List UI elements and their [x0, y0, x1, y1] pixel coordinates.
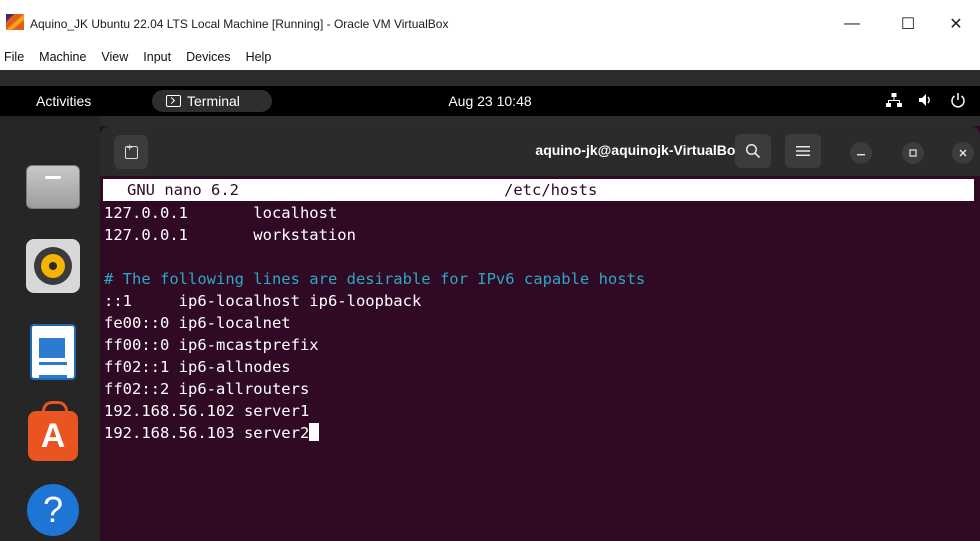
terminal-maximize-button[interactable]	[902, 142, 924, 164]
dock: A ?	[0, 116, 100, 541]
dock-ubuntu-software[interactable]: A	[24, 401, 82, 465]
file-line: ::1 ip6-localhost ip6-loopback	[104, 292, 422, 310]
minimize-icon	[857, 154, 865, 156]
rhythmbox-icon	[26, 239, 80, 293]
gnome-topbar: Activities Terminal Aug 23 10:48	[0, 86, 980, 116]
menu-file[interactable]: File	[4, 50, 24, 64]
search-icon	[745, 143, 761, 159]
system-menu[interactable]	[886, 92, 966, 108]
minimize-button[interactable]: —	[832, 9, 872, 39]
file-line-text: 192.168.56.103 server2	[104, 424, 310, 442]
terminal-minimize-button[interactable]	[850, 142, 872, 164]
files-icon	[26, 158, 80, 209]
close-icon	[959, 149, 967, 157]
network-icon	[886, 93, 902, 107]
power-icon	[951, 93, 965, 108]
volume-icon	[919, 94, 930, 106]
nano-header: GNU nano 6.2 /etc/hosts	[103, 179, 974, 201]
vbox-titlebar: Aquino_JK Ubuntu 22.04 LTS Local Machine…	[0, 0, 980, 44]
menu-help[interactable]: Help	[246, 50, 272, 64]
window-title: Aquino_JK Ubuntu 22.04 LTS Local Machine…	[30, 17, 449, 31]
help-icon: ?	[27, 484, 79, 536]
file-line-current: 192.168.56.103 server2	[104, 422, 320, 444]
menu-input[interactable]: Input	[143, 50, 171, 64]
file-line: 127.0.0.1 workstation	[104, 226, 356, 244]
dock-libreoffice-writer[interactable]	[24, 323, 82, 381]
terminal-close-button[interactable]	[952, 142, 974, 164]
hamburger-menu-icon	[796, 146, 810, 156]
dock-help[interactable]: ?	[24, 481, 82, 539]
menu-view[interactable]: View	[101, 50, 128, 64]
nano-filename: /etc/hosts	[504, 181, 598, 199]
menu-machine[interactable]: Machine	[39, 50, 86, 64]
maximize-button[interactable]: ☐	[888, 9, 928, 39]
menu-button[interactable]	[785, 134, 821, 168]
comment-line: # The following lines are desirable for …	[104, 270, 646, 288]
file-line: 192.168.56.102 server1	[104, 402, 310, 420]
file-line: 127.0.0.1 localhost	[104, 204, 338, 222]
libreoffice-writer-icon	[30, 324, 76, 380]
text-cursor	[309, 423, 320, 441]
terminal-title: aquino-jk@aquinojk-VirtualBox: ~	[535, 142, 760, 158]
terminal-content[interactable]: GNU nano 6.2 /etc/hosts 127.0.0.1 localh…	[100, 176, 980, 541]
nano-version: GNU nano 6.2	[127, 181, 239, 199]
file-line: ff02::2 ip6-allrouters	[104, 380, 310, 398]
menu-devices[interactable]: Devices	[186, 50, 230, 64]
clock[interactable]: Aug 23 10:48	[0, 93, 980, 109]
terminal-window: aquino-jk@aquinojk-VirtualBox: ~	[100, 126, 980, 541]
file-line: ff02::1 ip6-allnodes	[104, 358, 291, 376]
close-button[interactable]: ✕	[936, 9, 976, 39]
virtualbox-logo-icon	[6, 14, 24, 30]
ubuntu-software-icon: A	[28, 401, 78, 461]
restore-icon	[909, 149, 917, 157]
search-button[interactable]	[735, 134, 771, 168]
file-line: ff00::0 ip6-mcastprefix	[104, 336, 319, 354]
file-line: fe00::0 ip6-localnet	[104, 314, 291, 332]
vbox-menubar: File Machine View Input Devices Help	[0, 44, 980, 70]
dock-files[interactable]	[24, 158, 82, 216]
dock-rhythmbox[interactable]	[24, 237, 82, 295]
terminal-headerbar: aquino-jk@aquinojk-VirtualBox: ~	[100, 126, 980, 176]
